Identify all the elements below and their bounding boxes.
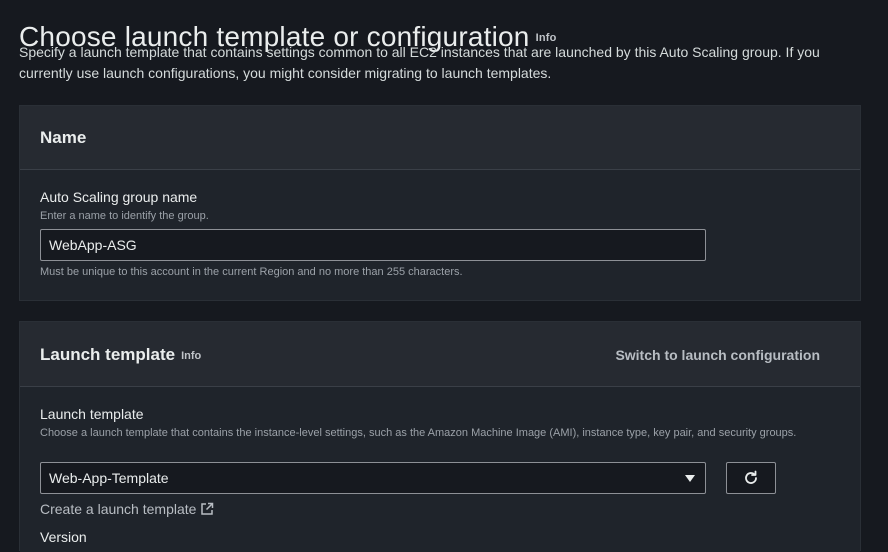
launch-template-info-link[interactable]: Info (181, 350, 201, 362)
create-launch-template-label: Create a launch template (40, 501, 197, 517)
page-description: Specify a launch template that contains … (19, 44, 820, 81)
asg-name-hint: Enter a name to identify the group. (40, 210, 209, 222)
name-panel-body: Auto Scaling group name Enter a name to … (20, 170, 860, 300)
asg-name-label: Auto Scaling group name (40, 189, 198, 205)
name-panel: Name Auto Scaling group name Enter a nam… (19, 105, 861, 301)
version-label: Version (40, 529, 87, 545)
launch-template-select[interactable]: Web-App-Template (40, 462, 706, 494)
create-launch-template-link[interactable]: Create a launch template (40, 501, 214, 517)
name-panel-title: Name (40, 128, 87, 147)
name-panel-header: Name (20, 106, 860, 170)
launch-template-panel-header: Launch template Info Switch to launch con… (20, 322, 860, 387)
launch-template-hint: Choose a launch template that contains t… (40, 427, 797, 439)
launch-template-panel-body: Launch template Choose a launch template… (20, 387, 860, 552)
refresh-icon (745, 470, 757, 484)
external-link-icon (201, 502, 214, 515)
launch-template-title-text: Launch template (40, 345, 176, 364)
launch-template-label: Launch template (40, 406, 144, 422)
launch-template-panel: Launch template Info Switch to launch con… (19, 321, 861, 552)
asg-name-constraint: Must be unique to this account in the cu… (40, 266, 463, 278)
asg-name-input[interactable] (40, 229, 706, 261)
launch-template-selected-value: Web-App-Template (49, 470, 169, 486)
launch-template-panel-title: Launch template Info (40, 345, 201, 365)
refresh-button[interactable] (726, 462, 776, 494)
switch-to-launch-configuration-link[interactable]: Switch to launch configuration (615, 347, 820, 363)
caret-down-icon (685, 475, 695, 482)
